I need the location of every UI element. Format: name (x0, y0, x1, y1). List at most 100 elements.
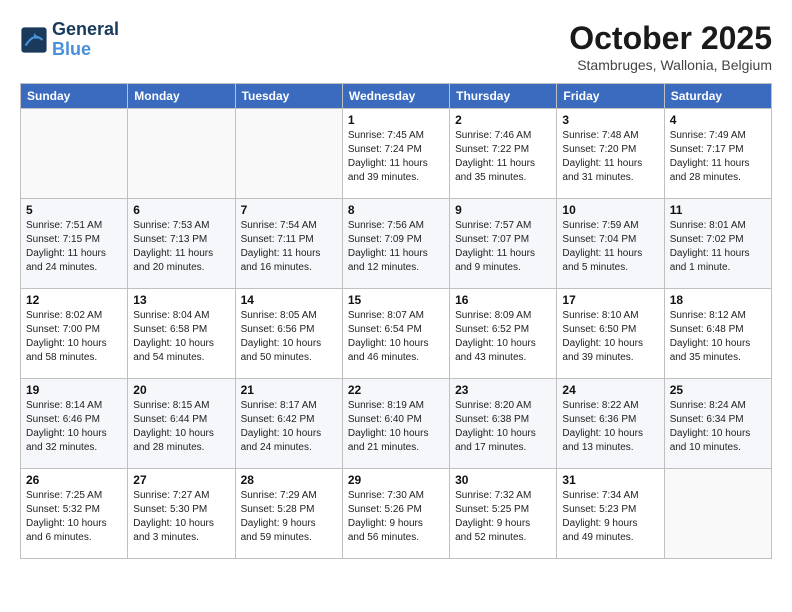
day-number: 24 (562, 383, 658, 397)
day-number: 1 (348, 113, 444, 127)
weekday-header-tuesday: Tuesday (235, 84, 342, 109)
logo-icon (20, 26, 48, 54)
calendar-cell: 3Sunrise: 7:48 AM Sunset: 7:20 PM Daylig… (557, 109, 664, 199)
weekday-header-friday: Friday (557, 84, 664, 109)
day-number: 15 (348, 293, 444, 307)
day-info: Sunrise: 7:30 AM Sunset: 5:26 PM Dayligh… (348, 489, 444, 545)
calendar-cell: 4 Sunrise: 7:49 AM Sunset: 7:17 PM Daylig… (664, 109, 771, 199)
day-info: Sunrise: 8:14 AM Sunset: 6:46 PM Dayligh… (26, 399, 122, 455)
calendar-cell: 8Sunrise: 7:56 AM Sunset: 7:09 PM Daylig… (342, 199, 449, 289)
weekday-header-monday: Monday (128, 84, 235, 109)
day-number: 10 (562, 203, 658, 217)
day-number: 11 (670, 203, 766, 217)
weekday-header-sunday: Sunday (21, 84, 128, 109)
day-number: 28 (241, 473, 337, 487)
day-number: 23 (455, 383, 551, 397)
day-number: 16 (455, 293, 551, 307)
day-info: Sunrise: 8:05 AM Sunset: 6:56 PM Dayligh… (241, 309, 337, 365)
day-info: Sunrise: 7:32 AM Sunset: 5:25 PM Dayligh… (455, 489, 551, 545)
weekday-header-row: SundayMondayTuesdayWednesdayThursdayFrid… (21, 84, 772, 109)
title-block: October 2025 Stambruges, Wallonia, Belgi… (569, 20, 772, 73)
day-info: Sunrise: 8:15 AM Sunset: 6:44 PM Dayligh… (133, 399, 229, 455)
day-info: Sunrise: 7:34 AM Sunset: 5:23 PM Dayligh… (562, 489, 658, 545)
weekday-header-thursday: Thursday (450, 84, 557, 109)
calendar-week-row: 5 Sunrise: 7:51 AM Sunset: 7:15 PM Daylig… (21, 199, 772, 289)
calendar-cell: 14 Sunrise: 8:05 AM Sunset: 6:56 PM Dayli… (235, 289, 342, 379)
day-info: Sunrise: 8:17 AM Sunset: 6:42 PM Dayligh… (241, 399, 337, 455)
day-number: 30 (455, 473, 551, 487)
day-info: Sunrise: 7:45 AM Sunset: 7:24 PM Dayligh… (348, 129, 444, 185)
day-info: Sunrise: 7:46 AM Sunset: 7:22 PM Dayligh… (455, 129, 551, 185)
day-info: Sunrise: 8:20 AM Sunset: 6:38 PM Dayligh… (455, 399, 551, 455)
day-number: 4 (670, 113, 766, 127)
calendar-cell: 6Sunrise: 7:53 AM Sunset: 7:13 PM Daylig… (128, 199, 235, 289)
logo: GeneralBlue (20, 20, 119, 60)
location-subtitle: Stambruges, Wallonia, Belgium (569, 57, 772, 73)
calendar-cell: 16 Sunrise: 8:09 AM Sunset: 6:52 PM Dayli… (450, 289, 557, 379)
day-number: 14 (241, 293, 337, 307)
calendar-cell: 26 Sunrise: 7:25 AM Sunset: 5:32 PM Dayli… (21, 469, 128, 559)
day-number: 20 (133, 383, 229, 397)
day-number: 25 (670, 383, 766, 397)
month-title: October 2025 (569, 20, 772, 57)
day-number: 8 (348, 203, 444, 217)
day-number: 7 (241, 203, 337, 217)
day-number: 27 (133, 473, 229, 487)
day-number: 3 (562, 113, 658, 127)
calendar-cell (128, 109, 235, 199)
calendar-cell: 12Sunrise: 8:02 AM Sunset: 7:00 PM Dayli… (21, 289, 128, 379)
day-info: Sunrise: 8:12 AM Sunset: 6:48 PM Dayligh… (670, 309, 766, 365)
day-info: Sunrise: 7:29 AM Sunset: 5:28 PM Dayligh… (241, 489, 337, 545)
calendar-table: SundayMondayTuesdayWednesdayThursdayFrid… (20, 83, 772, 559)
calendar-cell: 17 Sunrise: 8:10 AM Sunset: 6:50 PM Dayli… (557, 289, 664, 379)
day-number: 19 (26, 383, 122, 397)
day-number: 12 (26, 293, 122, 307)
day-info: Sunrise: 7:49 AM Sunset: 7:17 PM Dayligh… (670, 129, 766, 185)
calendar-cell (235, 109, 342, 199)
day-number: 18 (670, 293, 766, 307)
calendar-cell: 18 Sunrise: 8:12 AM Sunset: 6:48 PM Dayli… (664, 289, 771, 379)
day-info: Sunrise: 8:07 AM Sunset: 6:54 PM Dayligh… (348, 309, 444, 365)
calendar-cell: 5 Sunrise: 7:51 AM Sunset: 7:15 PM Daylig… (21, 199, 128, 289)
day-number: 21 (241, 383, 337, 397)
calendar-cell: 7Sunrise: 7:54 AM Sunset: 7:11 PM Daylig… (235, 199, 342, 289)
day-info: Sunrise: 8:01 AM Sunset: 7:02 PM Dayligh… (670, 219, 766, 275)
day-number: 31 (562, 473, 658, 487)
calendar-cell: 21 Sunrise: 8:17 AM Sunset: 6:42 PM Dayli… (235, 379, 342, 469)
day-info: Sunrise: 8:10 AM Sunset: 6:50 PM Dayligh… (562, 309, 658, 365)
day-number: 29 (348, 473, 444, 487)
calendar-cell: 13Sunrise: 8:04 AM Sunset: 6:58 PM Dayli… (128, 289, 235, 379)
day-info: Sunrise: 8:19 AM Sunset: 6:40 PM Dayligh… (348, 399, 444, 455)
calendar-cell (21, 109, 128, 199)
day-info: Sunrise: 8:09 AM Sunset: 6:52 PM Dayligh… (455, 309, 551, 365)
day-info: Sunrise: 8:22 AM Sunset: 6:36 PM Dayligh… (562, 399, 658, 455)
calendar-cell: 11 Sunrise: 8:01 AM Sunset: 7:02 PM Dayli… (664, 199, 771, 289)
calendar-cell: 9Sunrise: 7:57 AM Sunset: 7:07 PM Daylig… (450, 199, 557, 289)
calendar-cell: 25 Sunrise: 8:24 AM Sunset: 6:34 PM Dayli… (664, 379, 771, 469)
day-number: 2 (455, 113, 551, 127)
day-info: Sunrise: 7:27 AM Sunset: 5:30 PM Dayligh… (133, 489, 229, 545)
day-info: Sunrise: 7:57 AM Sunset: 7:07 PM Dayligh… (455, 219, 551, 275)
calendar-cell: 24 Sunrise: 8:22 AM Sunset: 6:36 PM Dayli… (557, 379, 664, 469)
calendar-week-row: 1 Sunrise: 7:45 AM Sunset: 7:24 PM Daylig… (21, 109, 772, 199)
calendar-cell: 1 Sunrise: 7:45 AM Sunset: 7:24 PM Daylig… (342, 109, 449, 199)
weekday-header-wednesday: Wednesday (342, 84, 449, 109)
day-info: Sunrise: 7:59 AM Sunset: 7:04 PM Dayligh… (562, 219, 658, 275)
calendar-cell: 28 Sunrise: 7:29 AM Sunset: 5:28 PM Dayli… (235, 469, 342, 559)
calendar-cell: 19 Sunrise: 8:14 AM Sunset: 6:46 PM Dayli… (21, 379, 128, 469)
calendar-week-row: 12Sunrise: 8:02 AM Sunset: 7:00 PM Dayli… (21, 289, 772, 379)
weekday-header-saturday: Saturday (664, 84, 771, 109)
calendar-cell: 23 Sunrise: 8:20 AM Sunset: 6:38 PM Dayli… (450, 379, 557, 469)
day-info: Sunrise: 7:25 AM Sunset: 5:32 PM Dayligh… (26, 489, 122, 545)
day-info: Sunrise: 8:04 AM Sunset: 6:58 PM Dayligh… (133, 309, 229, 365)
calendar-week-row: 19 Sunrise: 8:14 AM Sunset: 6:46 PM Dayli… (21, 379, 772, 469)
day-number: 17 (562, 293, 658, 307)
calendar-cell: 29 Sunrise: 7:30 AM Sunset: 5:26 PM Dayli… (342, 469, 449, 559)
calendar-cell: 20 Sunrise: 8:15 AM Sunset: 6:44 PM Dayli… (128, 379, 235, 469)
day-info: Sunrise: 7:53 AM Sunset: 7:13 PM Dayligh… (133, 219, 229, 275)
day-number: 5 (26, 203, 122, 217)
day-number: 26 (26, 473, 122, 487)
day-info: Sunrise: 7:51 AM Sunset: 7:15 PM Dayligh… (26, 219, 122, 275)
day-number: 22 (348, 383, 444, 397)
day-info: Sunrise: 8:24 AM Sunset: 6:34 PM Dayligh… (670, 399, 766, 455)
